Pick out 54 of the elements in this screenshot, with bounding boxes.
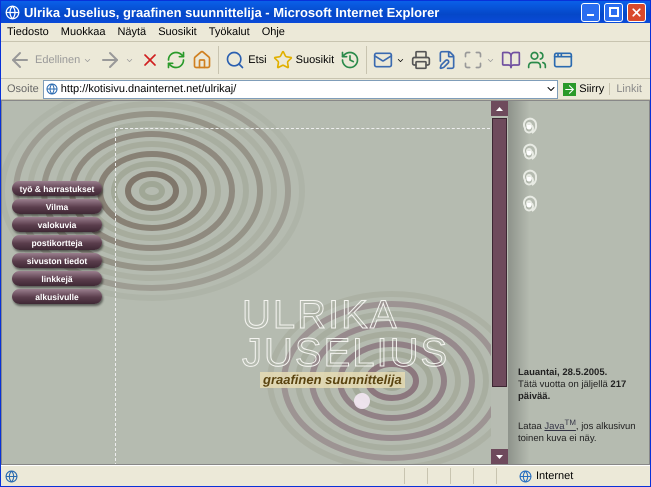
window-icon <box>553 50 574 70</box>
window-title: Ulrika Juselius, graafinen suunnittelija - Microsoft Internet Explorer <box>24 4 440 20</box>
star-icon <box>272 50 293 70</box>
browser-icon <box>5 4 20 20</box>
people-icon <box>527 50 548 70</box>
minimize-button[interactable] <box>581 2 600 22</box>
maximize-icon <box>608 7 618 17</box>
zone-text: Internet <box>536 470 574 482</box>
globe-icon <box>519 470 532 482</box>
page-icon <box>46 83 58 95</box>
down-arrow-icon <box>496 454 503 458</box>
nav-button[interactable]: valokuvia <box>12 217 102 232</box>
home-icon <box>192 50 212 70</box>
search-button[interactable]: Etsi <box>222 48 270 72</box>
menu-item[interactable]: Näytä <box>111 24 152 40</box>
nav-button[interactable]: postikortteja <box>12 235 102 250</box>
page-icon <box>5 470 18 482</box>
fullscreen-icon <box>463 50 484 70</box>
nav-button[interactable]: alkusivulle <box>12 289 102 304</box>
logo-first-name: ULRIKA <box>242 296 400 334</box>
scroll-down-button[interactable] <box>491 449 508 464</box>
address-field[interactable]: http://kotisivu.dnainternet.net/ulrikaj/ <box>42 80 558 98</box>
java-link[interactable]: Java$^{TM}$ <box>544 421 576 432</box>
nav-button[interactable]: linkkejä <box>12 271 102 286</box>
scroll-up-button[interactable] <box>491 101 508 116</box>
favorites-button[interactable]: Suosikit <box>270 48 338 72</box>
menu-item[interactable]: Työkalut <box>202 24 256 40</box>
menu-item[interactable]: Suosikit <box>152 24 203 40</box>
logo-tagline: graafinen suunnittelija <box>260 372 405 388</box>
java-note: Lataa Java$^{TM}$, jos alkusivun toinen kuva ei näy. <box>518 417 637 446</box>
edit-icon <box>437 50 458 70</box>
printer-icon <box>411 50 432 70</box>
menu-item[interactable]: Tiedosto <box>1 24 55 40</box>
date-text: Lauantai, 28.5.2005. <box>518 367 608 379</box>
up-arrow-icon <box>496 106 503 110</box>
go-button[interactable]: Siirry <box>558 82 610 96</box>
book-icon <box>501 50 522 70</box>
menu-item[interactable]: Muokkaa <box>54 24 112 40</box>
maximize-button[interactable] <box>604 2 623 22</box>
close-icon <box>630 6 643 18</box>
days-remaining-text: Tätä vuotta on jäljellä 217 päivää. <box>518 379 628 403</box>
logo-last-name: JUSELIUS <box>242 334 450 372</box>
nav-button[interactable]: Vilma <box>12 199 102 214</box>
mail-icon <box>373 50 394 70</box>
close-button[interactable] <box>627 2 646 22</box>
minimize-icon <box>587 14 594 16</box>
menu-item[interactable]: Ohje <box>256 24 291 40</box>
address-label: Osoite <box>6 83 40 95</box>
nav-button[interactable]: sivuston tiedot <box>12 253 102 268</box>
refresh-icon <box>166 50 186 70</box>
search-icon <box>225 50 246 70</box>
history-icon <box>340 50 360 70</box>
scrollbar-thumb[interactable] <box>492 118 507 387</box>
nav-button[interactable]: työ & harrastukset <box>12 181 102 196</box>
